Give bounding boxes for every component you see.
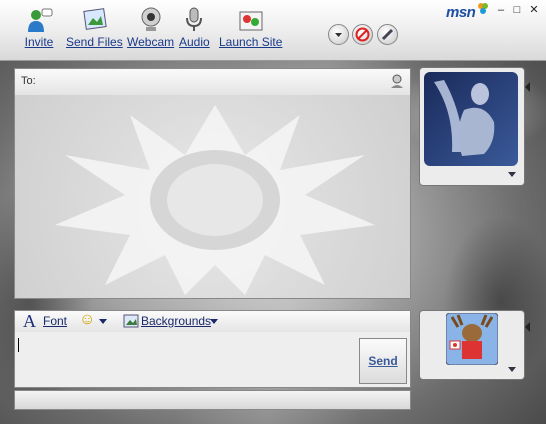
launch-site-icon	[239, 11, 263, 31]
invite-icon	[28, 8, 53, 32]
paint-button[interactable]	[377, 24, 398, 45]
send-files-icon	[83, 8, 108, 30]
my-picture-dropdown-icon[interactable]	[508, 367, 516, 373]
contact-status-icon[interactable]	[389, 73, 405, 89]
webcam-label: Webcam	[127, 35, 175, 49]
audio-label: Audio	[179, 35, 210, 49]
to-label: To:	[21, 75, 36, 87]
collapse-right-icon[interactable]	[525, 82, 530, 92]
block-button[interactable]	[352, 24, 373, 45]
emoticon-icon[interactable]: ☺	[79, 311, 95, 329]
paint-icon	[381, 28, 394, 41]
history-background-emblem	[55, 105, 375, 295]
msn-butterfly-icon	[478, 3, 488, 14]
contact-picture-dropdown-icon[interactable]	[508, 172, 516, 178]
send-files-button[interactable]: Send Files	[66, 6, 123, 49]
close-button[interactable]: ✕	[527, 4, 541, 17]
backgrounds-button[interactable]: Backgrounds	[141, 314, 211, 328]
invite-button[interactable]: Invite	[24, 6, 54, 49]
contact-display-picture-frame	[419, 67, 525, 186]
webcam-icon	[141, 7, 161, 31]
backgrounds-icon[interactable]	[123, 314, 139, 328]
webcam-button[interactable]: Webcam	[127, 6, 174, 49]
contact-display-picture[interactable]	[424, 72, 518, 166]
my-display-picture-frame	[419, 310, 525, 380]
block-icon	[355, 27, 370, 42]
my-display-picture[interactable]	[446, 313, 498, 365]
to-bar: To:	[14, 68, 411, 96]
audio-button[interactable]: Audio	[179, 6, 210, 49]
emoticon-dropdown-icon[interactable]	[99, 319, 107, 325]
format-toolbar: A Font ☺ Backgrounds	[14, 310, 411, 334]
font-button[interactable]: Font	[43, 314, 67, 328]
backgrounds-dropdown-icon[interactable]	[210, 319, 218, 325]
invite-label: Invite	[24, 35, 54, 49]
conversation-history[interactable]	[14, 95, 411, 299]
audio-icon	[186, 7, 203, 31]
message-input[interactable]	[14, 332, 411, 388]
toolbar: Invite Send Files Webcam Audio Launch Si…	[0, 0, 546, 61]
minimize-button[interactable]: –	[494, 4, 508, 17]
msn-logo: msn	[446, 4, 476, 21]
launch-site-button[interactable]: Launch Site	[219, 6, 282, 49]
contact-card-button[interactable]	[328, 24, 349, 45]
status-bar	[14, 390, 411, 410]
maximize-button[interactable]: □	[510, 4, 524, 17]
send-button[interactable]: Send	[359, 338, 407, 384]
text-cursor	[18, 338, 19, 352]
launch-site-label: Launch Site	[219, 35, 283, 49]
font-icon[interactable]: A	[23, 311, 36, 332]
collapse-right-icon-bottom[interactable]	[525, 322, 530, 332]
dropdown-arrow-icon	[335, 33, 342, 37]
send-files-label: Send Files	[66, 35, 123, 49]
